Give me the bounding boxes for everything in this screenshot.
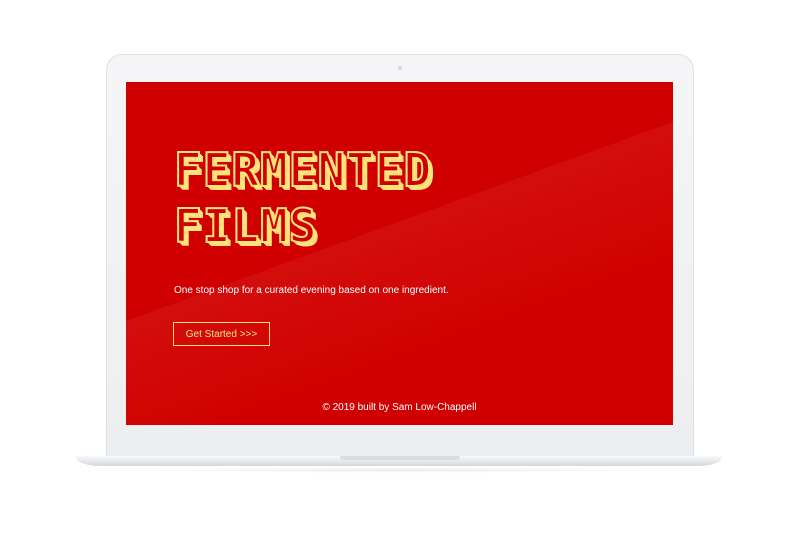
get-started-button[interactable]: Get Started >>> <box>173 322 270 346</box>
laptop-opening-notch <box>340 456 460 460</box>
hero-title: FERMENTED FILMS <box>173 142 433 254</box>
camera-dot <box>398 66 402 70</box>
laptop-bezel-bottom <box>107 425 693 458</box>
footer-credit: © 2019 built by Sam Low-Chappell <box>322 402 477 413</box>
hero-tagline: One stop shop for a curated evening base… <box>174 285 449 296</box>
website-screen: FERMENTED FILMS One stop shop for a cura… <box>126 82 673 425</box>
laptop-mockup: FERMENTED FILMS One stop shop for a cura… <box>0 0 800 533</box>
hero-title-line-1: FERMENTED <box>173 142 433 198</box>
laptop-shadow <box>130 467 670 473</box>
hero-title-line-2: FILMS <box>173 198 318 254</box>
